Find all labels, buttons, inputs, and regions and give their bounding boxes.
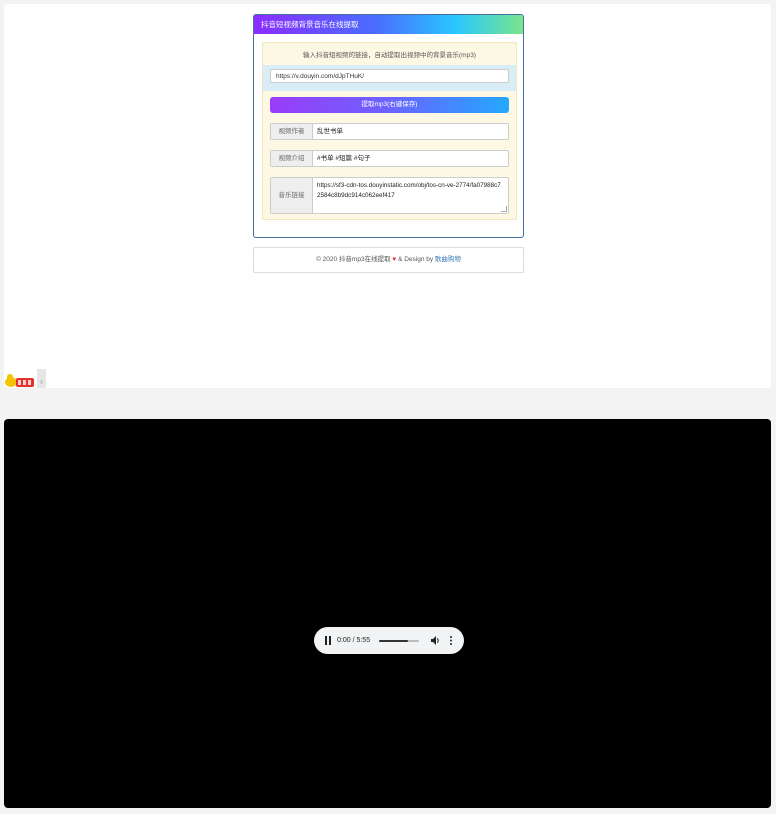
time-display: 0:00 / 5:55 bbox=[337, 637, 371, 644]
expand-arrow-icon[interactable]: › bbox=[37, 369, 46, 388]
seek-slider[interactable] bbox=[379, 640, 419, 642]
seek-progress bbox=[379, 640, 408, 642]
description-value[interactable]: #书单 #短篇 #句子 bbox=[317, 151, 370, 166]
heart-icon: ♥ bbox=[392, 256, 397, 263]
footer: © 2020 抖音mp3在线提取 ♥ & Design by 歌曲购物 bbox=[253, 247, 524, 273]
audio-controls: 0:00 / 5:55 bbox=[314, 627, 464, 654]
description-field: 视频介绍 #书单 #短篇 #句子 bbox=[270, 150, 509, 167]
description-label: 视频介绍 bbox=[271, 151, 313, 166]
url-input[interactable]: https://v.douyin.com/dJpTHuK/ bbox=[270, 69, 509, 83]
footer-design: & Design by bbox=[398, 256, 435, 263]
music-link-textarea[interactable]: https://sf3-cdn-tos.douyinstatic.com/obj… bbox=[317, 181, 502, 201]
panel-title: 抖音短视频背景音乐在线提取 bbox=[254, 15, 523, 34]
author-label: 视频作者 bbox=[271, 124, 313, 139]
more-options-icon[interactable] bbox=[448, 635, 454, 646]
music-link-label: 音乐链接 bbox=[271, 178, 313, 213]
media-player[interactable]: 0:00 / 5:55 bbox=[4, 419, 771, 808]
hint-text: 输入抖音短视频的链接，自动提取出视频中的背景音乐(mp3) bbox=[303, 52, 476, 59]
author-link[interactable]: 歌曲购物 bbox=[435, 256, 461, 263]
volume-icon[interactable] bbox=[430, 635, 440, 646]
extract-panel: 抖音短视频背景音乐在线提取 输入抖音短视频的链接，自动提取出视频中的背景音乐(m… bbox=[253, 14, 524, 238]
music-link-field: 音乐链接 https://sf3-cdn-tos.douyinstatic.co… bbox=[270, 177, 509, 214]
footer-copyright: © 2020 抖音mp3在线提取 bbox=[316, 256, 391, 263]
panel-body: 输入抖音短视频的链接，自动提取出视频中的背景音乐(mp3) https://v.… bbox=[262, 42, 517, 220]
author-field: 视频作者 乱世书单 bbox=[270, 123, 509, 140]
resize-handle-icon[interactable] bbox=[501, 206, 507, 212]
extract-button[interactable]: 提取mp3(右键保存) bbox=[270, 97, 509, 113]
mascot-logo-icon[interactable] bbox=[4, 372, 38, 388]
author-value[interactable]: 乱世书单 bbox=[317, 124, 343, 139]
pause-icon[interactable] bbox=[324, 636, 332, 645]
